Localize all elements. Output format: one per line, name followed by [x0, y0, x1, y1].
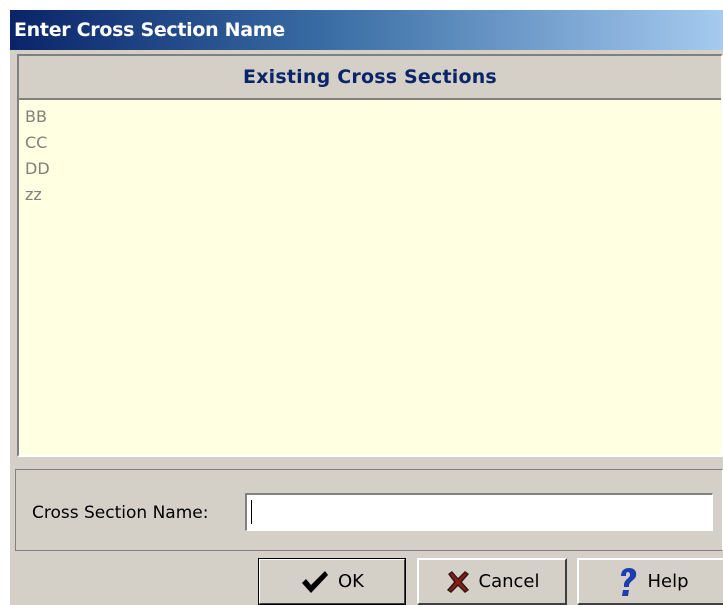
title-bar[interactable]: Enter Cross Section Name	[10, 10, 723, 50]
dialog-title: Enter Cross Section Name	[14, 19, 285, 41]
name-entry-panel: Cross Section Name:	[15, 469, 723, 551]
cross-section-name-label: Cross Section Name:	[32, 503, 209, 523]
list-item[interactable]: zz	[19, 182, 721, 208]
cancel-label: Cancel	[478, 571, 540, 592]
existing-cross-sections-panel: Existing Cross Sections BB CC DD zz	[17, 54, 723, 457]
help-button[interactable]: Help	[577, 558, 723, 605]
enter-cross-section-dialog: Enter Cross Section Name Existing Cross …	[10, 10, 723, 605]
ok-button[interactable]: OK	[258, 558, 406, 605]
cross-section-name-input[interactable]	[245, 493, 713, 531]
list-item[interactable]: DD	[19, 156, 721, 182]
question-mark-icon	[615, 567, 639, 597]
x-icon	[445, 569, 471, 595]
list-header: Existing Cross Sections	[243, 66, 497, 88]
list-item[interactable]: CC	[19, 130, 721, 156]
text-caret	[251, 500, 252, 524]
list-item[interactable]: BB	[19, 104, 721, 130]
ok-label: OK	[338, 571, 364, 592]
help-label: Help	[647, 571, 689, 592]
cancel-button[interactable]: Cancel	[417, 558, 567, 605]
existing-cross-sections-list[interactable]: BB CC DD zz	[19, 98, 721, 455]
checkmark-icon	[300, 569, 330, 595]
